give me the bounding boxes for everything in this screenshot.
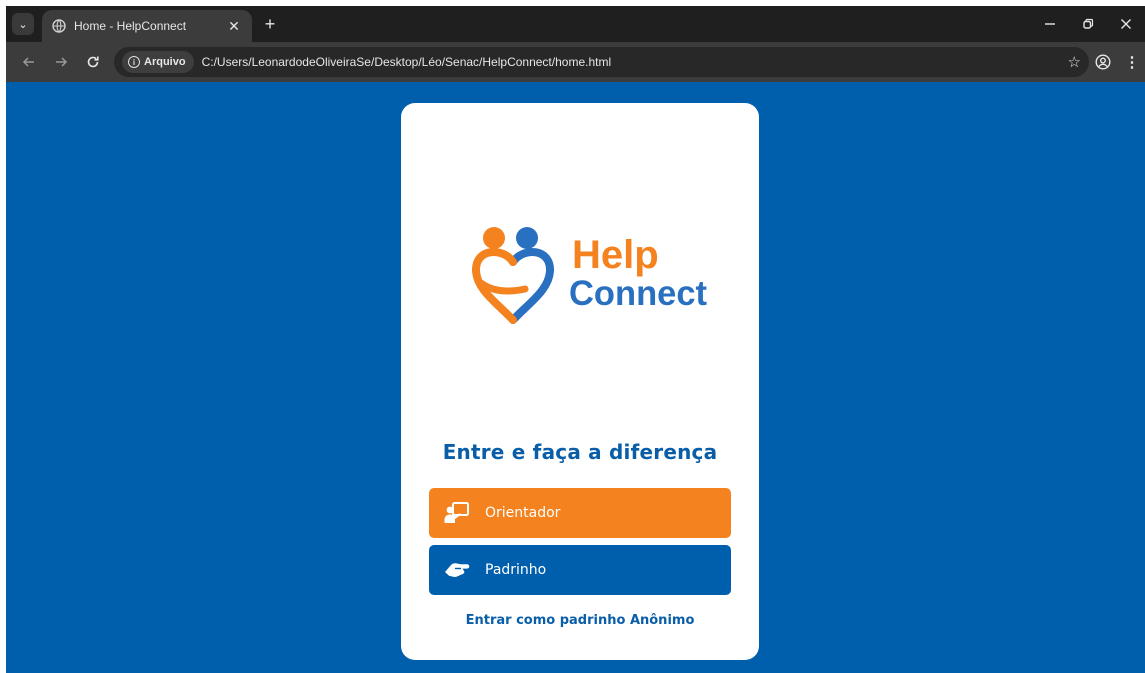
padrinho-button[interactable]: Padrinho <box>429 545 731 595</box>
window-controls <box>1031 6 1145 42</box>
url-text[interactable]: C:/Users/LeonardodeOliveiraSe/Desktop/Lé… <box>202 55 612 69</box>
logo-hand <box>477 279 529 295</box>
forward-icon[interactable] <box>50 51 72 73</box>
profile-icon[interactable] <box>1092 51 1114 73</box>
close-tab-icon[interactable]: ✕ <box>226 18 242 35</box>
browser-tab[interactable]: Home - HelpConnect ✕ <box>42 10 252 42</box>
logo-person-orange <box>483 227 505 249</box>
back-icon[interactable] <box>18 51 40 73</box>
logo-person-blue <box>516 227 538 249</box>
address-bar[interactable]: i Arquivo C:/Users/LeonardodeOliveiraSe/… <box>114 47 1089 77</box>
security-chip-label: Arquivo <box>144 56 186 68</box>
tab-list-icon[interactable]: ⌄ <box>12 13 34 35</box>
brand-name-help: Help <box>572 233 659 277</box>
tab-title: Home - HelpConnect <box>74 19 187 33</box>
browser-toolbar: i Arquivo C:/Users/LeonardodeOliveiraSe/… <box>6 42 1145 82</box>
minimize-icon[interactable] <box>1031 6 1069 42</box>
info-icon: i <box>128 56 140 68</box>
reload-icon[interactable] <box>82 51 104 73</box>
presenter-icon <box>443 499 471 527</box>
browser-window: ⌄ Home - HelpConnect ✕ + i Arquivo C:/Us… <box>6 6 1145 673</box>
helpconnect-logo: Help Connect <box>472 227 707 324</box>
new-tab-button[interactable]: + <box>260 13 280 35</box>
page-title: Entre e faça a diferença <box>442 440 718 464</box>
security-chip[interactable]: i Arquivo <box>122 51 194 73</box>
menu-icon[interactable]: ⋮ <box>1122 51 1142 73</box>
padrinho-button-label: Padrinho <box>485 562 547 578</box>
logo-heart-blue <box>509 248 554 324</box>
anonymous-sponsor-link[interactable]: Entrar como padrinho Anônimo <box>401 613 759 628</box>
orientador-button-label: Orientador <box>485 505 561 521</box>
star-icon[interactable]: ☆ <box>1068 53 1081 71</box>
login-card: Help Connect Entre e faça a diferença Or… <box>401 103 759 660</box>
restore-icon[interactable] <box>1069 6 1107 42</box>
orientador-button[interactable]: Orientador <box>429 488 731 538</box>
page-viewport: Help Connect Entre e faça a diferença Or… <box>6 82 1145 673</box>
handshake-icon <box>443 556 471 584</box>
close-window-icon[interactable] <box>1107 6 1145 42</box>
brand-name-connect: Connect <box>569 274 707 313</box>
globe-icon <box>52 19 66 33</box>
tab-strip: ⌄ Home - HelpConnect ✕ + <box>6 6 1145 42</box>
